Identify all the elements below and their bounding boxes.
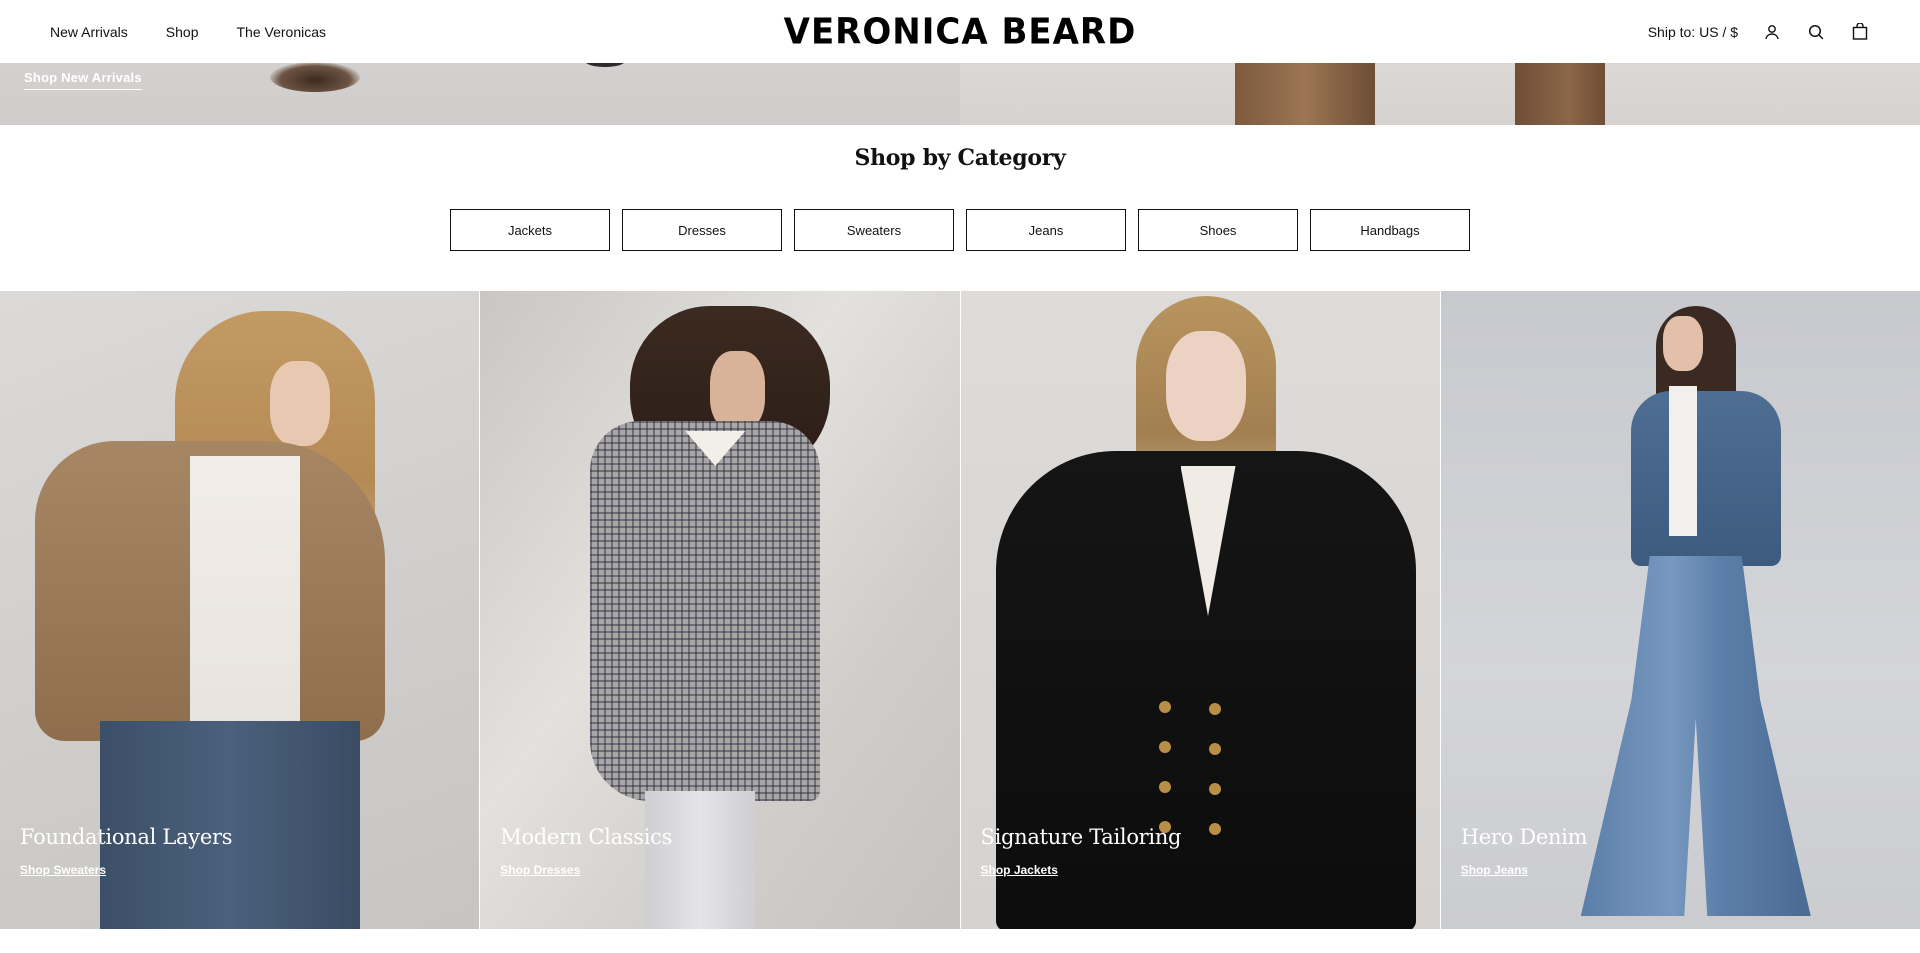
search-icon[interactable] [1806,22,1826,42]
category-button-jeans[interactable]: Jeans [966,209,1126,251]
hero-shoe [270,62,360,92]
feature-tiles: Foundational Layers Shop Sweaters Modern… [0,291,1920,929]
blazer-button [1208,703,1221,715]
blazer-button [1158,741,1171,753]
tile-title: Signature Tailoring [980,825,1182,849]
main-nav: New Arrivals Shop The Veronicas [50,0,326,63]
model-tights [645,791,756,929]
tile-hero-denim[interactable]: Hero Denim Shop Jeans [1440,291,1920,929]
utility-nav: Ship to: US / $ [1648,0,1870,63]
bag-icon[interactable] [1850,22,1870,42]
model-top [1668,386,1697,536]
blazer-button [1158,701,1171,713]
model-dress [590,421,821,801]
category-buttons: Jackets Dresses Sweaters Jeans Shoes Han… [450,209,1470,251]
blazer-button [1208,823,1221,835]
category-button-dresses[interactable]: Dresses [622,209,782,251]
shop-dresses-link[interactable]: Shop Dresses [500,863,580,877]
tile-modern-classics[interactable]: Modern Classics Shop Dresses [480,291,960,929]
category-button-jackets[interactable]: Jackets [450,209,610,251]
category-button-shoes[interactable]: Shoes [1138,209,1298,251]
category-button-sweaters[interactable]: Sweaters [794,209,954,251]
site-header: New Arrivals Shop The Veronicas VERONICA… [0,0,1920,63]
nav-the-veronicas[interactable]: The Veronicas [237,24,327,40]
account-icon[interactable] [1762,22,1782,42]
tile-title: Hero Denim [1460,825,1588,849]
blazer-button [1158,781,1171,793]
shop-jackets-link[interactable]: Shop Jackets [981,863,1058,877]
model-face [270,361,330,446]
blazer-button [1208,783,1221,795]
brand-logo[interactable]: VERONICA BEARD [784,11,1137,53]
shop-sweaters-link[interactable]: Shop Sweaters [20,863,106,877]
nav-shop[interactable]: Shop [166,24,199,40]
category-title: Shop by Category [854,145,1066,171]
tile-title: Modern Classics [500,825,673,849]
shop-jeans-link[interactable]: Shop Jeans [1461,863,1528,877]
tile-signature-tailoring[interactable]: Signature Tailoring Shop Jackets [960,291,1440,929]
model-tee [190,456,300,756]
blazer-button [1208,743,1221,755]
category-button-handbags[interactable]: Handbags [1310,209,1470,251]
ship-to-selector[interactable]: Ship to: US / $ [1648,24,1738,40]
model-denim-jacket [1630,391,1781,566]
tile-foundational-layers[interactable]: Foundational Layers Shop Sweaters [0,291,480,929]
model-face [1662,316,1703,371]
shop-new-arrivals-link[interactable]: Shop New Arrivals [24,70,142,90]
shop-by-category: Shop by Category Jackets Dresses Sweater… [0,125,1920,291]
nav-new-arrivals[interactable]: New Arrivals [50,24,128,40]
model-face [1165,331,1246,441]
model-face [710,351,766,431]
tile-title: Foundational Layers [20,825,233,849]
